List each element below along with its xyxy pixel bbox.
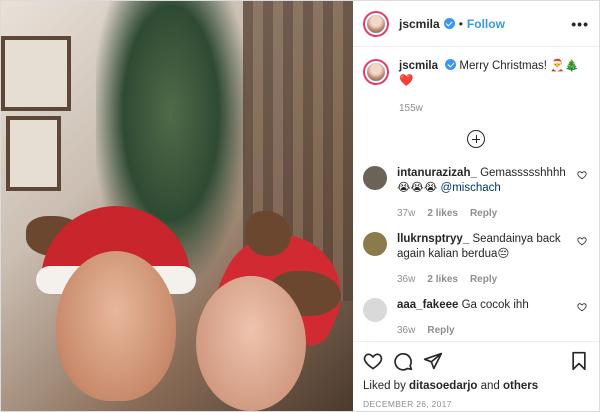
header-username[interactable]: jscmila — [399, 17, 440, 31]
man-face — [56, 251, 176, 401]
comment-username[interactable]: aaa_fakeee — [397, 299, 458, 311]
liked-prefix: Liked by — [363, 380, 410, 392]
antler-left — [246, 211, 291, 256]
avatar[interactable] — [363, 298, 387, 322]
paper-plane-icon[interactable] — [423, 351, 443, 371]
wall-frame — [6, 116, 61, 191]
load-more-comments-icon[interactable] — [467, 130, 485, 148]
heart-icon[interactable] — [577, 302, 587, 312]
reply-button[interactable]: Reply — [427, 323, 454, 338]
post-sidebar: jscmila • Follow ••• jscmila Merry Chris… — [353, 1, 599, 411]
comment-icon[interactable] — [393, 351, 413, 371]
more-options-icon[interactable]: ••• — [571, 16, 589, 32]
verified-badge-icon — [445, 59, 457, 70]
comment-time[interactable]: 36w — [397, 323, 415, 338]
comment-time[interactable]: 36w — [397, 272, 415, 287]
bookmark-icon[interactable] — [569, 351, 589, 371]
liked-others[interactable]: others — [503, 380, 538, 392]
separator-dot: • — [458, 16, 463, 31]
caption-username[interactable]: jscmila — [399, 60, 438, 72]
heart-icon[interactable] — [363, 351, 383, 371]
post-actions: Liked by ditasoedarjo and others DECEMBE… — [353, 341, 599, 411]
wall-frame — [1, 36, 71, 111]
avatar[interactable] — [363, 10, 389, 37]
heart-icon[interactable] — [577, 236, 587, 246]
comment-username[interactable]: llukrnsptryy_ — [397, 233, 469, 245]
verified-badge-icon — [443, 18, 455, 29]
reply-button[interactable]: Reply — [470, 206, 497, 221]
avatar[interactable] — [363, 59, 389, 85]
reply-button[interactable]: Reply — [470, 272, 497, 287]
liked-by: Liked by ditasoedarjo and others — [363, 380, 589, 392]
caption-time[interactable]: 155w — [399, 101, 589, 116]
caption: jscmila Merry Christmas! 🎅🎄❤️ 155w — [363, 59, 589, 116]
heart-icon[interactable] — [577, 170, 587, 180]
comment-item: llukrnsptryy_ Seandainya back again kali… — [363, 232, 589, 287]
comment-likes[interactable]: 2 likes — [427, 206, 458, 221]
comments-list[interactable]: jscmila Merry Christmas! 🎅🎄❤️ 155w intan… — [353, 47, 599, 341]
comment-item: aaa_fakeee Ga cocok ihh 36w Reply — [363, 298, 589, 338]
post-date[interactable]: DECEMBER 26, 2017 — [363, 399, 589, 409]
comment-mention[interactable]: @mischach — [441, 182, 501, 194]
comment-time[interactable]: 37w — [397, 206, 415, 221]
avatar[interactable] — [363, 232, 387, 256]
post-header: jscmila • Follow ••• — [353, 1, 599, 47]
post-photo[interactable] — [1, 1, 353, 411]
liked-user[interactable]: ditasoedarjo — [409, 380, 477, 392]
comment-item: intanurazizah_ Gemassssshhhh 😭😭😭 @mischa… — [363, 166, 589, 221]
woman-face — [196, 276, 306, 411]
avatar[interactable] — [363, 166, 387, 190]
comment-text: Ga cocok ihh — [461, 299, 529, 311]
follow-button[interactable]: Follow — [467, 17, 505, 31]
comment-likes[interactable]: 2 likes — [427, 272, 458, 287]
comment-username[interactable]: intanurazizah_ — [397, 167, 477, 179]
post-dialog: jscmila • Follow ••• jscmila Merry Chris… — [0, 0, 600, 412]
liked-and: and — [477, 380, 503, 392]
